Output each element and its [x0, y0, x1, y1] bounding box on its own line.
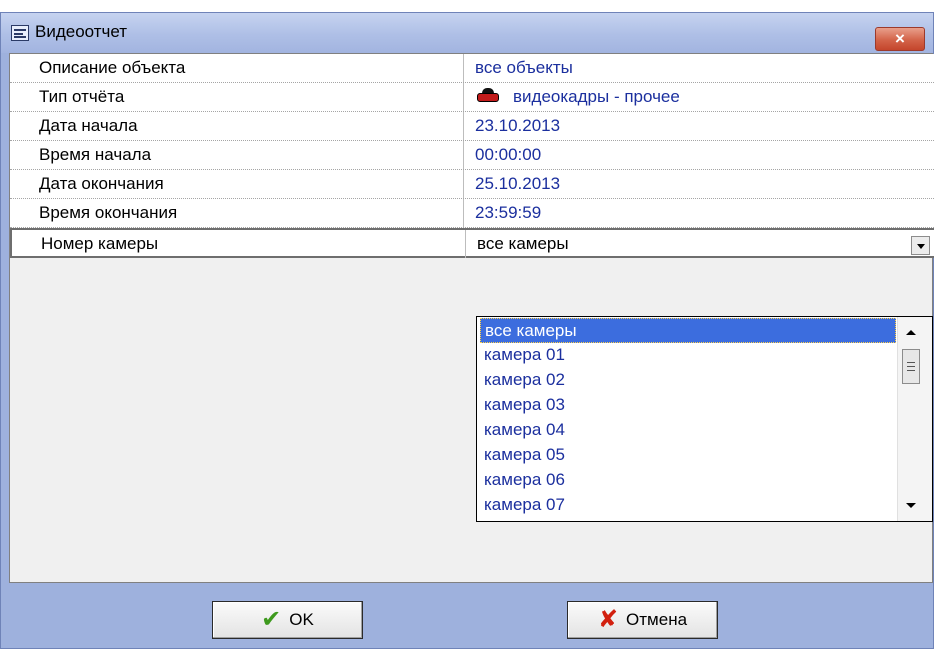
dropdown-option[interactable]: камера 01: [480, 343, 896, 368]
chevron-down-icon[interactable]: [911, 236, 930, 255]
property-name: Дата начала: [10, 112, 464, 140]
property-value[interactable]: 25.10.2013: [475, 170, 934, 198]
property-row-start-time[interactable]: Время начала 00:00:00: [10, 141, 934, 170]
dialog-footer: ✔ OK ✘ Отмена: [1, 584, 933, 648]
close-button[interactable]: ×: [875, 27, 925, 51]
property-name: Время окончания: [10, 199, 464, 227]
background-text-strip: [0, 0, 934, 12]
camera-dropdown-list[interactable]: все камеры камера 01 камера 02 камера 03…: [476, 316, 933, 522]
property-row-object[interactable]: Описание объекта все объекты: [10, 54, 934, 83]
checkmark-icon: ✔: [261, 606, 282, 633]
property-row-end-date[interactable]: Дата окончания 25.10.2013: [10, 170, 934, 199]
dropdown-option[interactable]: камера 07: [480, 493, 896, 518]
cancel-button[interactable]: ✘ Отмена: [567, 601, 718, 639]
property-name: Время начала: [10, 141, 464, 169]
property-name: Номер камеры: [12, 230, 466, 258]
window-title: Видеоотчет: [35, 22, 128, 41]
title-bar[interactable]: Видеоотчет ×: [1, 13, 933, 53]
property-value-container[interactable]: видеокадры - прочее: [475, 83, 934, 111]
dropdown-option[interactable]: камера 02: [480, 368, 896, 393]
property-row-end-time[interactable]: Время окончания 23:59:59: [10, 199, 934, 228]
ok-button[interactable]: ✔ OK: [212, 601, 363, 639]
dropdown-option[interactable]: камера 05: [480, 443, 896, 468]
dropdown-option[interactable]: камера 04: [480, 418, 896, 443]
property-name: Описание объекта: [10, 54, 464, 82]
scroll-thumb[interactable]: [902, 349, 920, 384]
ok-button-label: OK: [289, 610, 314, 629]
property-row-camera-number[interactable]: Номер камеры все камеры: [10, 228, 934, 258]
property-name: Тип отчёта: [10, 83, 464, 111]
property-value[interactable]: 23.10.2013: [475, 112, 934, 140]
report-window-icon: [11, 25, 29, 41]
dropdown-option[interactable]: все камеры: [480, 318, 896, 343]
dropdown-option[interactable]: камера 06: [480, 468, 896, 493]
car-icon: [475, 87, 501, 105]
dropdown-option[interactable]: камера 03: [480, 393, 896, 418]
property-value[interactable]: все объекты: [475, 54, 934, 82]
property-value[interactable]: 00:00:00: [475, 141, 934, 169]
scroll-up-arrow-icon[interactable]: [906, 330, 916, 335]
scroll-down-arrow-icon[interactable]: [906, 503, 916, 508]
cancel-button-label: Отмена: [626, 610, 688, 629]
property-row-report-type[interactable]: Тип отчёта видеокадры - прочее: [10, 83, 934, 112]
property-row-start-date[interactable]: Дата начала 23.10.2013: [10, 112, 934, 141]
property-value: видеокадры - прочее: [513, 87, 680, 106]
cross-icon: ✘: [597, 606, 619, 633]
property-value[interactable]: 23:59:59: [475, 199, 934, 227]
camera-select[interactable]: все камеры: [477, 230, 934, 258]
property-name: Дата окончания: [10, 170, 464, 198]
dropdown-scrollbar[interactable]: [897, 317, 932, 521]
